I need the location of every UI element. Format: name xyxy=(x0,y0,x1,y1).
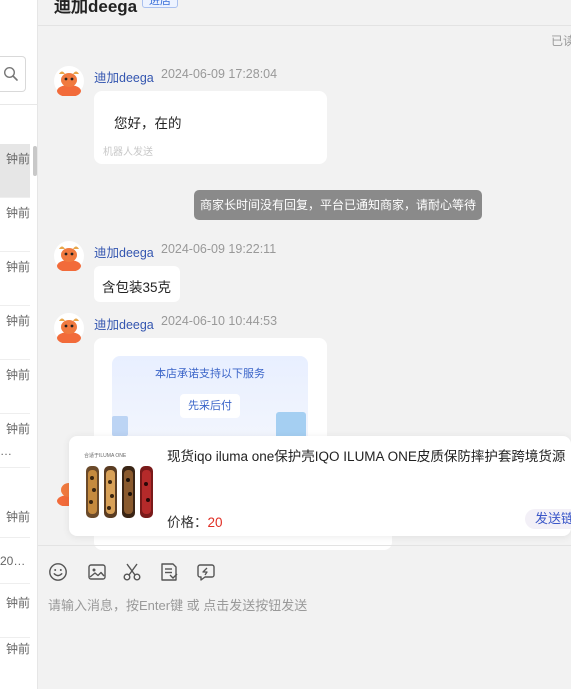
conversation-item[interactable]: 钟前 xyxy=(0,144,30,198)
product-card[interactable]: 合适于ILUMA ONE 现货iqo iluma one保护壳IQO ILUMA… xyxy=(69,436,571,536)
search-icon xyxy=(3,66,18,81)
conversation-item[interactable]: 钟前 … xyxy=(0,414,30,468)
message-bubble: 含包装35克 xyxy=(94,266,180,302)
conversation-list: 钟前 钟前 钟前 钟前 钟前 钟前 … 钟前 20… 钟前 钟前 xyxy=(0,0,38,689)
product-price: 价格：20 xyxy=(167,511,223,531)
conversation-item[interactable]: 钟前 xyxy=(0,360,30,414)
message-bubble: 您好，在的 机器人发送 xyxy=(94,91,327,164)
message-sender: 迪加deega xyxy=(94,318,154,332)
scrollbar[interactable] xyxy=(33,146,37,176)
message-time: 2024-06-10 10:44:53 xyxy=(161,314,278,328)
price-value: 20 xyxy=(207,515,223,530)
conversation-preview: 20… xyxy=(0,554,26,568)
pay-later-button[interactable]: 先采后付 xyxy=(180,394,240,418)
conversation-time: 钟前 xyxy=(5,206,30,220)
divider xyxy=(38,545,571,546)
quick-reply-icon[interactable] xyxy=(196,562,216,582)
conversation-item[interactable]: 钟前 xyxy=(0,252,30,306)
contact-name: 迪加deega xyxy=(54,0,138,16)
chat-header: 迪加deega 进店 xyxy=(38,0,571,26)
emoji-icon[interactable] xyxy=(48,562,68,582)
message-time: 2024-06-09 19:22:11 xyxy=(161,242,277,256)
message-input[interactable] xyxy=(48,592,558,618)
message-bubble: 本店承诺支持以下服务 先采后付 xyxy=(94,338,327,448)
product-image-caption: 合适于ILUMA ONE xyxy=(84,453,127,459)
scissors-icon[interactable] xyxy=(122,562,142,582)
product-image: 合适于ILUMA ONE xyxy=(82,452,158,522)
message-sender: 迪加deega xyxy=(94,71,154,85)
message-time: 2024-06-09 17:28:04 xyxy=(161,67,278,81)
conversation-time: 钟前 xyxy=(5,368,30,382)
decorative-cube xyxy=(112,416,128,436)
phone-case-image xyxy=(86,466,153,518)
divider xyxy=(0,104,38,105)
message-sender: 迪加deega xyxy=(94,246,154,260)
avatar xyxy=(54,313,84,343)
avatar xyxy=(54,66,84,96)
avatar xyxy=(54,241,84,271)
conversation-time: 钟前 xyxy=(5,596,30,610)
conversation-time: 钟前 xyxy=(5,152,30,166)
conversation-time: 钟前 xyxy=(5,642,30,656)
robot-sent-note: 机器人发送 xyxy=(103,147,153,158)
conversation-item[interactable]: 钟前 xyxy=(0,198,30,252)
message-text: 含包装35克 xyxy=(102,280,172,295)
conversation-item[interactable]: 20… xyxy=(0,538,30,584)
price-label: 价格： xyxy=(167,515,208,530)
search-button[interactable] xyxy=(0,56,26,92)
send-link-button[interactable]: 发送链 xyxy=(525,509,571,529)
conversation-time: 钟前 xyxy=(5,510,30,524)
conversation-item[interactable]: 钟前 xyxy=(0,306,30,360)
system-notice: 商家长时间没有回复，平台已通知商家，请耐心等待 xyxy=(194,190,482,220)
conversation-item[interactable]: 钟前 xyxy=(0,584,30,638)
service-promise-title: 本店承诺支持以下服务 xyxy=(155,368,265,380)
status-badge: 进店 xyxy=(142,0,178,8)
message-text: 您好，在的 xyxy=(114,116,182,131)
conversation-item[interactable]: 钟前 xyxy=(0,468,30,538)
product-title: 现货iqo iluma one保护壳IQO ILUMA ONE皮质保防摔护套跨境… xyxy=(167,449,566,464)
conversation-time: 钟前 xyxy=(5,260,30,274)
conversation-time: 钟前 xyxy=(5,314,30,328)
image-icon[interactable] xyxy=(87,562,107,582)
chat-window: 钟前 钟前 钟前 钟前 钟前 钟前 … 钟前 20… 钟前 钟前 迪加deega… xyxy=(0,0,571,689)
read-status: 已读 xyxy=(551,34,571,48)
conversation-item[interactable]: 钟前 xyxy=(0,638,30,689)
service-promise-card: 本店承诺支持以下服务 先采后付 xyxy=(112,356,308,446)
order-icon[interactable] xyxy=(159,562,179,582)
conversation-time: 钟前 xyxy=(5,422,30,436)
conversation-preview: … xyxy=(0,444,12,458)
